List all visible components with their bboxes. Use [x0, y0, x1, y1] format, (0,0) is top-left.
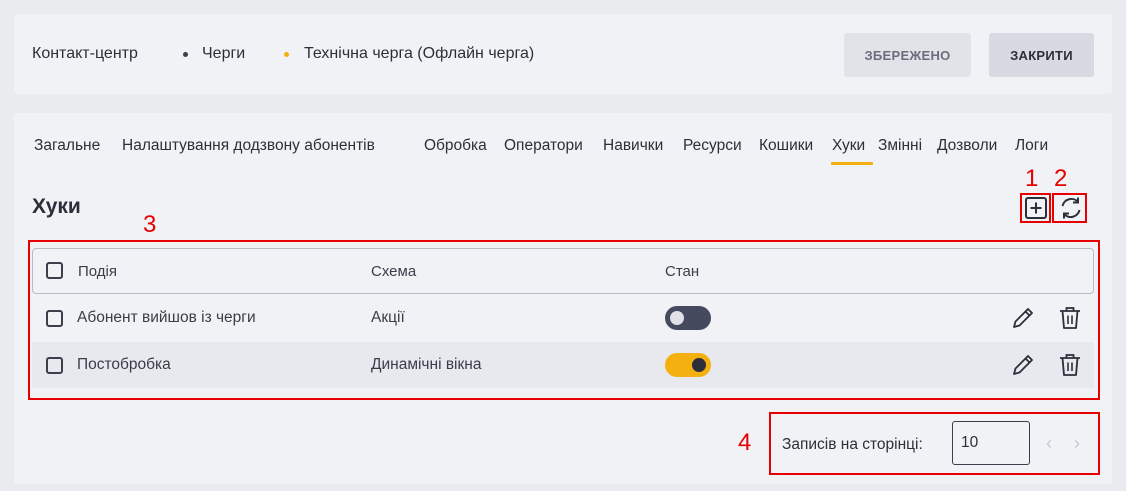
- close-button[interactable]: ЗАКРИТИ: [989, 33, 1094, 77]
- breadcrumb-separator: [183, 52, 188, 57]
- saved-button[interactable]: ЗБЕРЕЖЕНО: [844, 33, 971, 77]
- annotation-label-4: 4: [738, 429, 752, 456]
- annotation-label-1: 1: [1025, 165, 1039, 192]
- tab-operators[interactable]: Оператори: [504, 137, 583, 155]
- tab-skills[interactable]: Навички: [603, 137, 663, 155]
- annotation-label-3: 3: [143, 211, 157, 238]
- annotation-box-table: [28, 240, 1100, 400]
- annotation-box-pager: [769, 412, 1100, 475]
- tab-logs[interactable]: Логи: [1015, 137, 1048, 155]
- tab-dialing-settings[interactable]: Налаштування додзвону абонентів: [122, 137, 375, 155]
- annotation-box-refresh: [1052, 193, 1087, 223]
- breadcrumb-contact-center[interactable]: Контакт-центр: [32, 45, 138, 63]
- breadcrumb-current-queue: Технічна черга (Офлайн черга): [304, 45, 535, 62]
- tab-resources[interactable]: Ресурси: [683, 137, 742, 155]
- tab-baskets[interactable]: Кошики: [759, 137, 813, 155]
- section-title: Хуки: [32, 195, 81, 218]
- annotation-label-2: 2: [1054, 165, 1068, 192]
- tab-processing[interactable]: Обробка: [424, 137, 487, 155]
- tab-permissions[interactable]: Дозволи: [937, 137, 997, 155]
- active-tab-indicator: [831, 162, 873, 165]
- annotation-box-add: [1020, 193, 1051, 223]
- page-header: Контакт-центр Черги Технічна черга (Офла…: [14, 14, 1112, 94]
- breadcrumb-queues[interactable]: Черги: [202, 45, 245, 63]
- tab-hooks[interactable]: Хуки: [832, 137, 865, 155]
- breadcrumb-separator-active: [284, 52, 289, 57]
- tab-general[interactable]: Загальне: [34, 137, 100, 155]
- tab-variables[interactable]: Змінні: [878, 137, 922, 155]
